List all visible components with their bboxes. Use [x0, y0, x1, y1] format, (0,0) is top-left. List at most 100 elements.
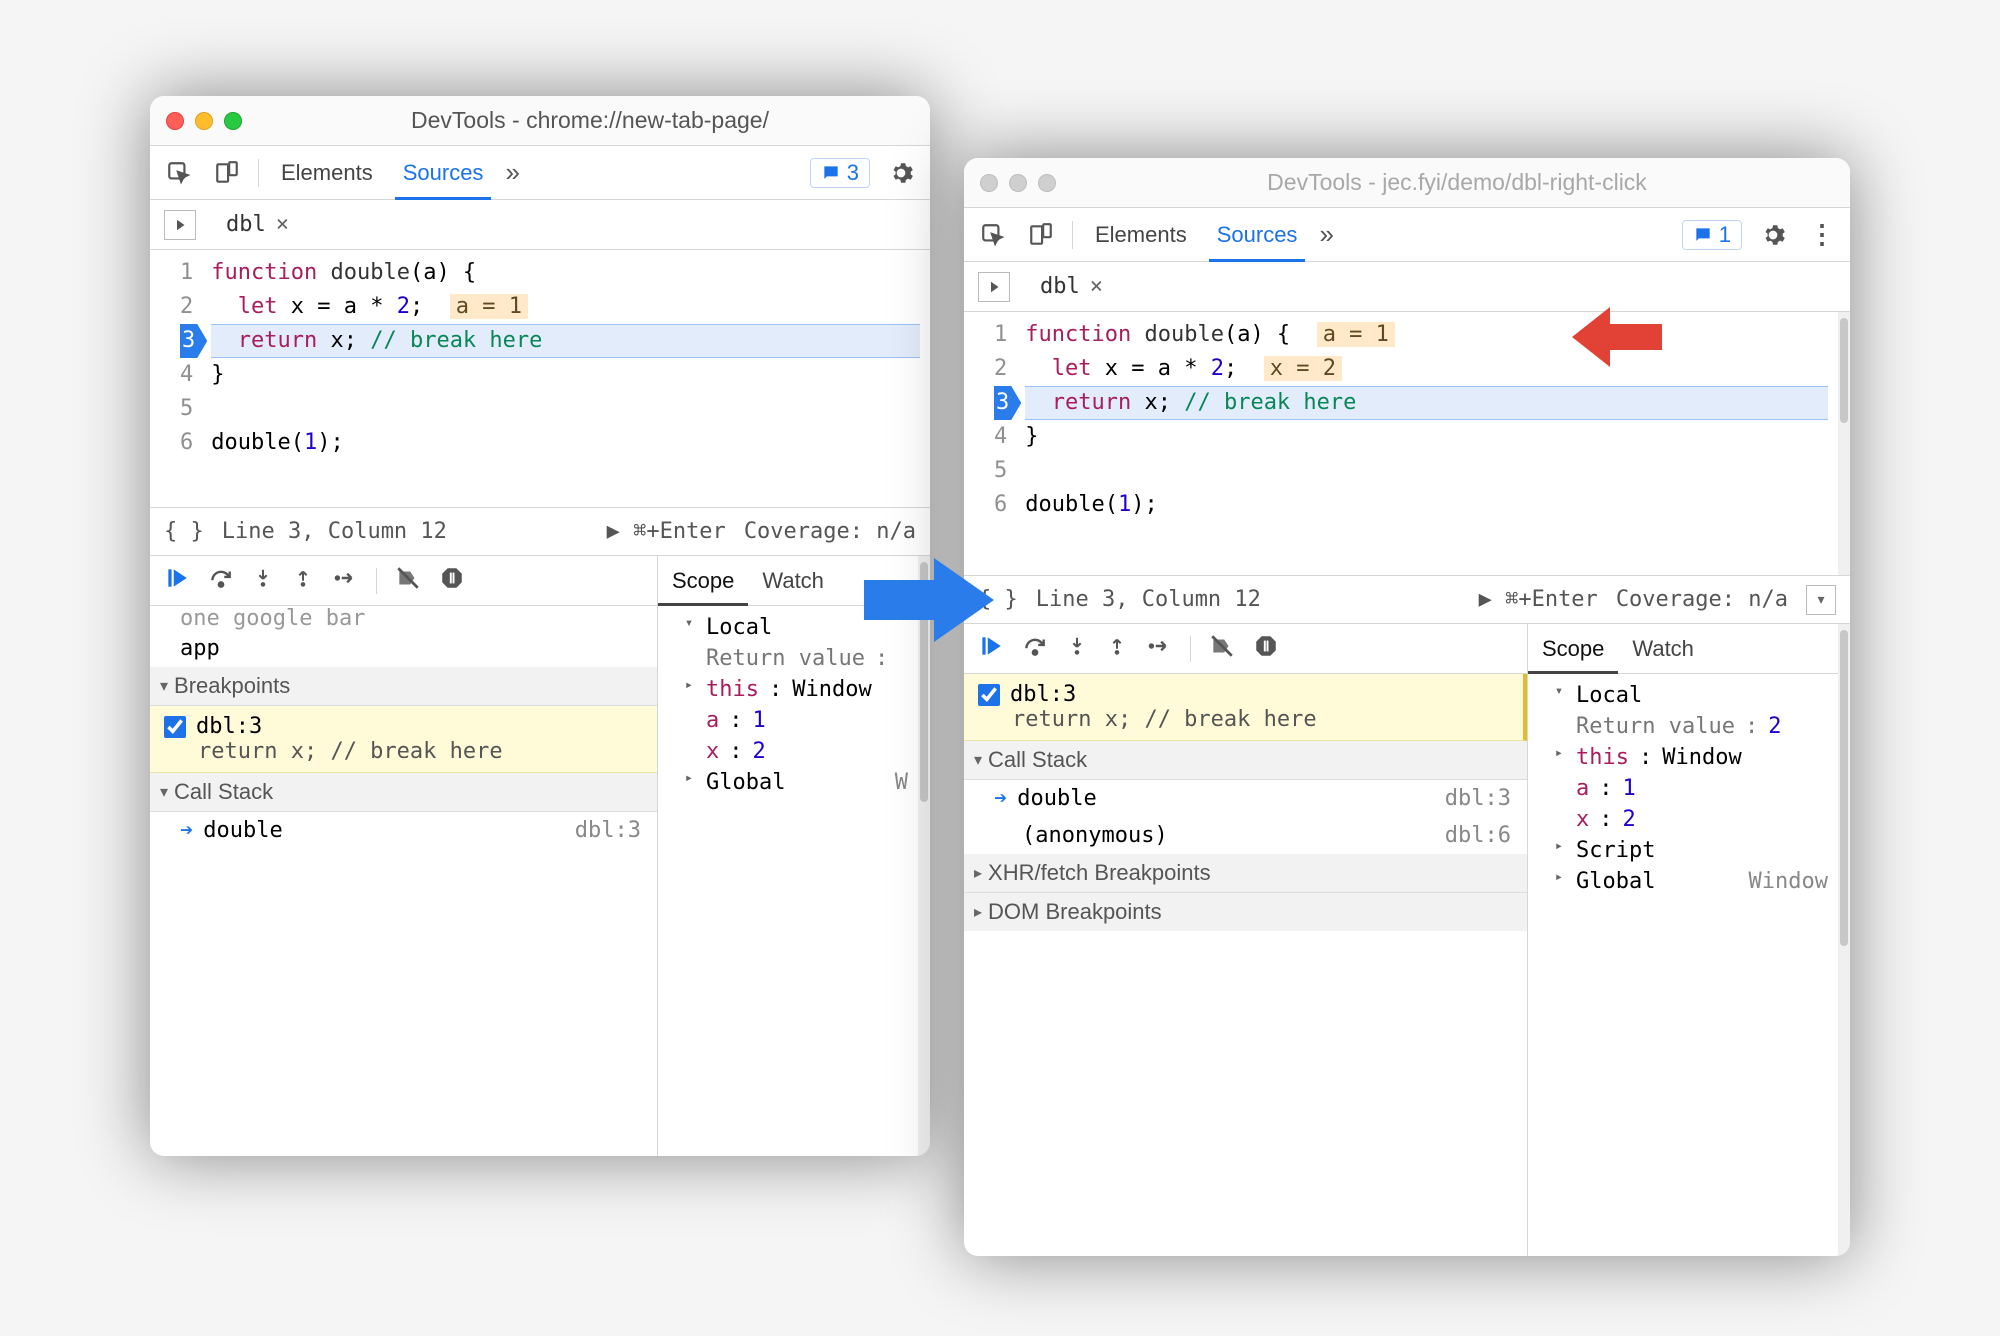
scope-script[interactable]: ▸Script	[1528, 835, 1838, 866]
more-tabs-icon[interactable]: »	[505, 157, 519, 188]
scope-var-a: a: 1	[1528, 773, 1838, 804]
tab-scope[interactable]: Scope	[658, 556, 748, 605]
step-icon[interactable]	[1146, 633, 1172, 665]
annotation-arrow-red	[1572, 302, 1662, 378]
navigator-toggle-icon[interactable]	[164, 210, 196, 240]
step-over-icon[interactable]	[1022, 633, 1048, 665]
tab-elements[interactable]: Elements	[1087, 208, 1195, 261]
section-breakpoints[interactable]: ▾Breakpoints	[150, 667, 657, 706]
call-frame[interactable]: (anonymous) dbl:6	[964, 817, 1527, 854]
scroll-track[interactable]	[1838, 624, 1850, 1256]
tab-watch[interactable]: Watch	[1618, 624, 1708, 673]
section-call-stack[interactable]: ▾Call Stack	[150, 773, 657, 812]
tab-watch[interactable]: Watch	[748, 556, 838, 605]
debug-toolbar	[150, 556, 657, 606]
zoom-window-icon[interactable]	[224, 112, 242, 130]
panel-tabs: Elements Sources » 1 ⋮	[964, 208, 1850, 262]
inline-value-a: a = 1	[450, 294, 528, 319]
settings-icon[interactable]	[884, 156, 918, 190]
step-over-icon[interactable]	[208, 565, 234, 597]
breakpoint-item[interactable]: dbl:3 return x; // break here	[964, 674, 1527, 741]
device-toolbar-icon[interactable]	[1024, 218, 1058, 252]
stack-row-app[interactable]: app	[150, 630, 657, 667]
section-xhr-breakpoints[interactable]: ▸XHR/fetch Breakpoints	[964, 854, 1527, 893]
close-file-icon[interactable]: ×	[1090, 274, 1103, 299]
scope-global[interactable]: ▸GlobalW	[658, 767, 918, 798]
editor-statusbar: { } Line 3, Column 12 ▶ ⌘+Enter Coverage…	[150, 508, 930, 556]
step-out-icon[interactable]	[1106, 633, 1128, 665]
more-menu-icon[interactable]: ⋮	[1804, 218, 1838, 252]
breakpoint-item[interactable]: dbl:3 return x; // break here	[150, 706, 657, 773]
traffic-lights[interactable]	[980, 174, 1056, 192]
section-dom-breakpoints[interactable]: ▸DOM Breakpoints	[964, 893, 1527, 931]
step-out-icon[interactable]	[292, 565, 314, 597]
step-icon[interactable]	[332, 565, 358, 597]
pause-exceptions-icon[interactable]	[1253, 633, 1279, 665]
editor-file-tabs: dbl ×	[964, 262, 1850, 312]
stack-row-truncated[interactable]: one google bar	[150, 606, 657, 630]
zoom-window-icon[interactable]	[1038, 174, 1056, 192]
debug-toolbar	[964, 624, 1527, 674]
tab-scope[interactable]: Scope	[1528, 624, 1618, 673]
deactivate-breakpoints-icon[interactable]	[1209, 633, 1235, 665]
inline-value-x: x = 2	[1264, 356, 1342, 381]
tab-sources[interactable]: Sources	[395, 146, 492, 199]
scope-local[interactable]: ▾Local	[1528, 680, 1838, 711]
resume-icon[interactable]	[164, 565, 190, 597]
window-titlebar: DevTools - chrome://new-tab-page/	[150, 96, 930, 146]
window-title: DevTools - jec.fyi/demo/dbl-right-click	[1080, 169, 1834, 196]
close-window-icon[interactable]	[980, 174, 998, 192]
scope-this[interactable]: ▸this: Window	[658, 674, 918, 705]
scope-global[interactable]: ▸GlobalWindow	[1528, 866, 1838, 897]
traffic-lights[interactable]	[166, 112, 242, 130]
cursor-position: Line 3, Column 12	[1036, 587, 1261, 612]
line-gutter[interactable]: 1 2 3 4 5 6	[964, 312, 1017, 575]
scope-var-x: x: 2	[1528, 804, 1838, 835]
current-execution-line: return x; // break here	[211, 324, 920, 358]
navigator-toggle-icon[interactable]	[978, 272, 1010, 302]
call-frame[interactable]: ➔ double dbl:3	[964, 780, 1527, 817]
deactivate-breakpoints-icon[interactable]	[395, 565, 421, 597]
scope-this[interactable]: ▸this: Window	[1528, 742, 1838, 773]
inline-value-a: a = 1	[1317, 322, 1395, 347]
close-file-icon[interactable]: ×	[276, 212, 289, 237]
breakpoint-checkbox[interactable]	[978, 684, 1000, 706]
minimize-window-icon[interactable]	[1009, 174, 1027, 192]
settings-icon[interactable]	[1756, 218, 1790, 252]
file-tab-dbl[interactable]: dbl ×	[1028, 268, 1115, 306]
issues-counter[interactable]: 1	[1682, 220, 1742, 250]
coverage-status: Coverage: n/a	[1616, 587, 1788, 612]
step-into-icon[interactable]	[252, 565, 274, 597]
call-frame[interactable]: ➔ double dbl:3	[150, 812, 657, 849]
devtools-window-after: DevTools - jec.fyi/demo/dbl-right-click …	[964, 158, 1850, 1256]
expand-panel-icon[interactable]: ▾	[1806, 585, 1836, 615]
breakpoint-checkbox[interactable]	[164, 716, 186, 738]
issues-counter[interactable]: 3	[810, 158, 870, 188]
run-snippet-hint[interactable]: ▶ ⌘+Enter	[1479, 587, 1598, 612]
scroll-track[interactable]	[1838, 312, 1850, 575]
sidebar-tabs: Scope Watch	[1528, 624, 1838, 674]
close-window-icon[interactable]	[166, 112, 184, 130]
section-call-stack[interactable]: ▾Call Stack	[964, 741, 1527, 780]
code-content[interactable]: function double(a) { a = 1 let x = a * 2…	[1017, 312, 1838, 575]
tab-elements[interactable]: Elements	[273, 146, 381, 199]
file-tab-dbl[interactable]: dbl ×	[214, 206, 301, 244]
inspect-element-icon[interactable]	[162, 156, 196, 190]
minimize-window-icon[interactable]	[195, 112, 213, 130]
annotation-arrow-blue	[864, 550, 994, 656]
line-gutter[interactable]: 1 2 3 4 5 6	[150, 250, 203, 507]
code-content[interactable]: function double(a) { let x = a * 2; a = …	[203, 250, 930, 507]
run-snippet-hint[interactable]: ▶ ⌘+Enter	[607, 519, 726, 544]
pretty-print-icon[interactable]: { }	[164, 519, 204, 544]
inspect-element-icon[interactable]	[976, 218, 1010, 252]
more-tabs-icon[interactable]: »	[1319, 219, 1333, 250]
pause-exceptions-icon[interactable]	[439, 565, 465, 597]
device-toolbar-icon[interactable]	[210, 156, 244, 190]
tab-sources[interactable]: Sources	[1209, 208, 1306, 261]
cursor-position: Line 3, Column 12	[222, 519, 447, 544]
step-into-icon[interactable]	[1066, 633, 1088, 665]
code-editor[interactable]: 1 2 3 4 5 6 function double(a) { a = 1 l…	[964, 312, 1850, 576]
debugger-left-pane: dbl:3 return x; // break here ▾Call Stac…	[964, 624, 1528, 1256]
code-editor[interactable]: 1 2 3 4 5 6 function double(a) { let x =…	[150, 250, 930, 508]
panel-tabs: Elements Sources » 3	[150, 146, 930, 200]
